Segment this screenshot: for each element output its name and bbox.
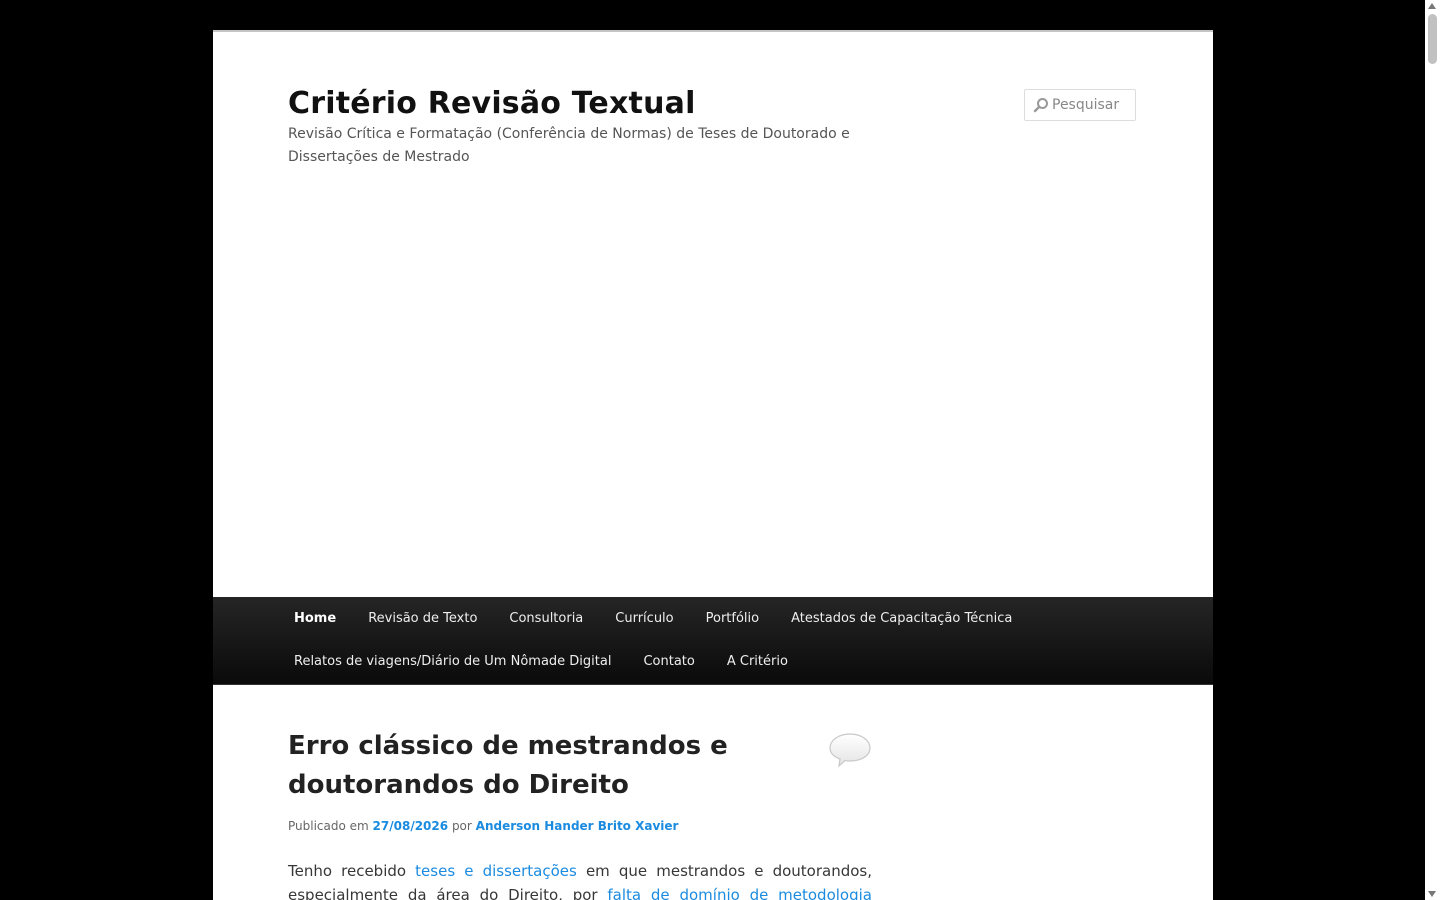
search-input[interactable] (1052, 90, 1134, 120)
nav-item-home[interactable]: Home (278, 597, 352, 640)
body-text-1: Tenho recebido (288, 862, 407, 880)
post-meta: Publicado em 27/08/2026 por Anderson Han… (288, 817, 872, 835)
page-container: Critério Revisão Textual Revisão Crítica… (213, 30, 1213, 900)
site-title[interactable]: Critério Revisão Textual (288, 84, 696, 124)
body-link-metodologia[interactable]: falta de domínio de metodologia (607, 886, 872, 900)
scroll-down-arrow-icon[interactable] (1428, 891, 1436, 897)
nav-row-2: Relatos de viagens/Diário de Um Nômade D… (278, 640, 804, 683)
post-date-link[interactable]: 27/08/2026 (373, 819, 449, 833)
nav-item-curriculo[interactable]: Currículo (599, 597, 689, 640)
nav-item-revisao-de-texto[interactable]: Revisão de Texto (352, 597, 493, 640)
nav-item-atestados[interactable]: Atestados de Capacitação Técnica (775, 597, 1028, 640)
main-navigation: Home Revisão de Texto Consultoria Curríc… (213, 597, 1213, 685)
nav-item-relatos-de-viagens[interactable]: Relatos de viagens/Diário de Um Nômade D… (278, 640, 627, 683)
post-article: Erro clássico de mestrandos e doutorando… (288, 727, 872, 900)
nav-item-portfolio[interactable]: Portfólio (690, 597, 775, 640)
body-link-teses[interactable]: teses e dissertações (415, 862, 577, 880)
page-scrollbar[interactable] (1425, 0, 1440, 900)
scroll-up-arrow-icon[interactable] (1428, 3, 1436, 9)
post-author-link[interactable]: Anderson Hander Brito Xavier (476, 819, 679, 833)
comment-bubble-icon[interactable] (828, 732, 872, 768)
site-description: Revisão Crítica e Formatação (Conferênci… (288, 126, 850, 165)
search-icon (1033, 98, 1048, 113)
meta-published-label: Publicado em (288, 819, 369, 833)
browser-viewport: Critério Revisão Textual Revisão Crítica… (0, 0, 1440, 900)
nav-row-1: Home Revisão de Texto Consultoria Curríc… (278, 597, 1028, 640)
nav-item-contato[interactable]: Contato (627, 640, 710, 683)
nav-item-a-criterio[interactable]: A Critério (711, 640, 804, 683)
post-title[interactable]: Erro clássico de mestrandos e doutorando… (288, 727, 768, 805)
meta-by-label: por (451, 819, 472, 833)
post-body: Tenho recebido teses e dissertações em q… (288, 859, 872, 900)
scrollbar-thumb[interactable] (1428, 14, 1437, 64)
nav-item-consultoria[interactable]: Consultoria (493, 597, 599, 640)
search-box[interactable] (1024, 89, 1136, 121)
